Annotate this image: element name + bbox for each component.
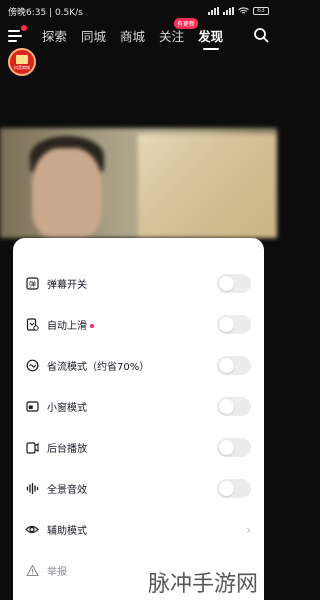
background-play-icon	[25, 441, 39, 455]
data-saver-toggle[interactable]	[217, 356, 251, 375]
background-play-toggle[interactable]	[217, 438, 251, 457]
tab-bar: 探索 同城 商城 关注 有更新 发现	[42, 17, 253, 45]
row-data-saver[interactable]: 省流模式（约省70%）	[13, 345, 264, 386]
promo-label: 抖音商城	[14, 65, 30, 70]
row-label: 全景音效	[47, 485, 87, 496]
row-label: 自动上滑	[47, 317, 217, 332]
eye-icon	[25, 523, 39, 537]
settings-sheet: 弹 弹幕开关 自动上滑 省流模式（约省70%） 小窗模式 后台播放 全景音效 辅…	[13, 238, 264, 600]
tab-following[interactable]: 关注 有更新	[159, 17, 199, 45]
auto-scroll-toggle[interactable]	[217, 315, 251, 334]
mall-promo-button[interactable]: 抖音商城	[8, 48, 36, 76]
menu-icon[interactable]	[8, 25, 27, 43]
wifi-icon	[238, 7, 249, 14]
row-auto-scroll[interactable]: 自动上滑	[13, 304, 264, 345]
row-label: 省流模式（约省70%）	[47, 362, 150, 373]
tab-discover[interactable]: 发现	[198, 26, 223, 45]
tab-nearby[interactable]: 同城	[81, 26, 106, 45]
chevron-right-icon: ›	[246, 522, 251, 537]
update-badge: 有更新	[174, 17, 199, 29]
surround-sound-icon	[25, 482, 39, 496]
site-watermark: 脉冲手游网	[148, 572, 259, 597]
notification-dot	[21, 25, 27, 31]
mini-window-icon	[25, 400, 39, 414]
tab-explore[interactable]: 探索	[42, 26, 67, 45]
warning-icon	[25, 564, 39, 578]
row-label: 辅助模式	[47, 526, 87, 537]
video-person-face	[32, 148, 102, 238]
tab-mall[interactable]: 商城	[120, 26, 145, 45]
svg-text:弹: 弹	[29, 280, 36, 289]
auto-scroll-icon	[25, 318, 39, 332]
status-icons: 63	[208, 7, 269, 15]
surround-sound-toggle[interactable]	[217, 479, 251, 498]
signal-icon	[208, 7, 219, 15]
row-background-play[interactable]: 后台播放	[13, 427, 264, 468]
top-nav: 探索 同城 商城 关注 有更新 发现	[0, 17, 277, 46]
row-mini-window[interactable]: 小窗模式	[13, 386, 264, 427]
row-label: 小窗模式	[47, 403, 87, 414]
new-dot	[90, 324, 94, 328]
status-time: 傍晚6:35 | 0.5K/s	[8, 7, 83, 18]
video-right-image	[138, 134, 277, 238]
row-assist-mode[interactable]: 辅助模式 ›	[13, 509, 264, 550]
danmaku-icon: 弹	[25, 277, 39, 291]
video-background	[0, 128, 277, 238]
search-icon[interactable]	[253, 27, 269, 43]
battery-icon: 63	[253, 7, 269, 15]
mini-window-toggle[interactable]	[217, 397, 251, 416]
row-danmaku[interactable]: 弹 弹幕开关	[13, 263, 264, 304]
signal2-icon	[223, 7, 234, 15]
data-saver-icon	[25, 359, 39, 373]
tab-following-label: 关注	[159, 28, 185, 44]
row-surround-sound[interactable]: 全景音效	[13, 468, 264, 509]
status-bar: 傍晚6:35 | 0.5K/s 63	[0, 0, 277, 22]
danmaku-toggle[interactable]	[217, 274, 251, 293]
row-label: 后台播放	[47, 444, 87, 455]
gift-icon	[16, 55, 28, 64]
row-label: 弹幕开关	[47, 280, 87, 291]
auto-scroll-label: 自动上滑	[47, 321, 87, 332]
